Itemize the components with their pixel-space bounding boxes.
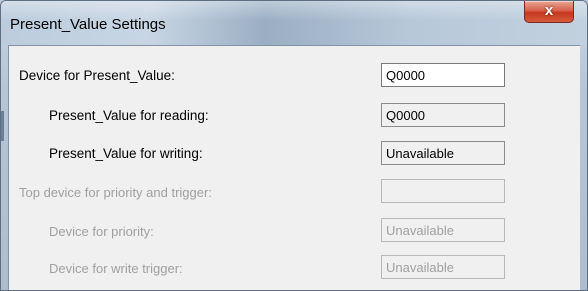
device-present-value-input[interactable]: Q0000 <box>381 63 505 87</box>
window-title: Present_Value Settings <box>10 16 166 33</box>
label-device-present-value: Device for Present_Value: <box>19 68 175 83</box>
present-value-writing-field: Unavailable <box>381 141 505 165</box>
label-present-value-writing: Present_Value for writing: <box>49 146 203 161</box>
present-value-reading-field: Q0000 <box>381 103 505 127</box>
device-priority-field: Unavailable <box>381 218 505 242</box>
title-bar[interactable]: Present_Value Settings x <box>1 1 587 45</box>
label-device-priority: Device for priority: <box>49 224 154 239</box>
close-button[interactable]: x <box>524 1 574 23</box>
device-write-trigger-field: Unavailable <box>381 255 505 279</box>
label-top-device-priority-trigger: Top device for priority and trigger: <box>19 185 212 200</box>
dialog-client-area: Device for Present_Value: Q0000 Present_… <box>8 45 580 290</box>
label-present-value-reading: Present_Value for reading: <box>49 108 209 123</box>
label-device-write-trigger: Device for write trigger: <box>49 261 183 276</box>
close-icon: x <box>544 2 554 19</box>
settings-dialog: Present_Value Settings x Device for Pres… <box>0 0 588 291</box>
top-device-priority-trigger-input[interactable] <box>381 179 505 203</box>
window-edge-accent <box>1 111 4 141</box>
